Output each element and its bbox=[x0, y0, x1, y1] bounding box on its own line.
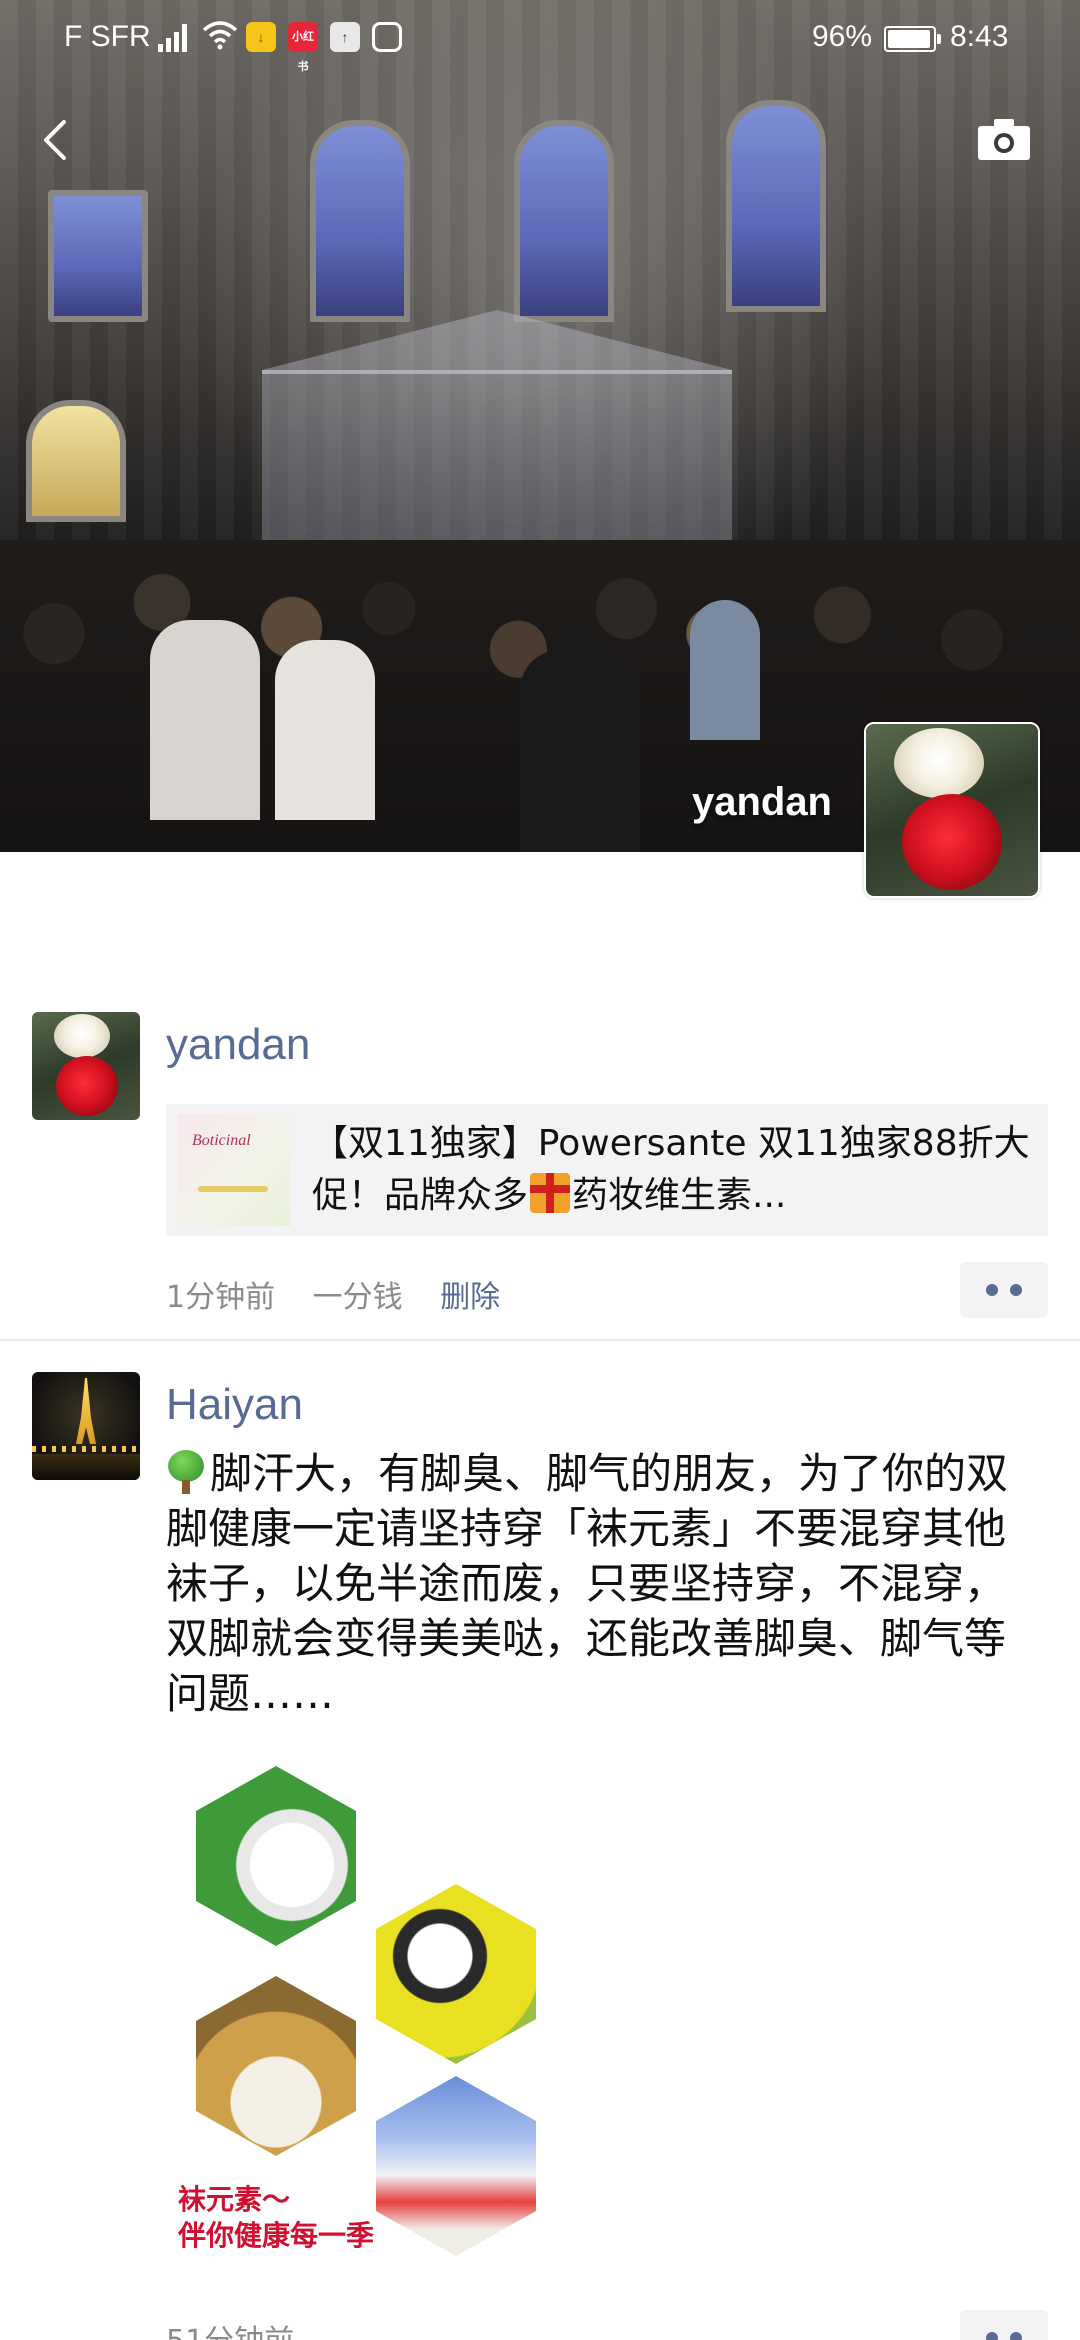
post-username[interactable]: yandan bbox=[166, 1020, 310, 1070]
thumbnail-logo: Boticinal bbox=[192, 1132, 251, 1149]
post-username[interactable]: Haiyan bbox=[166, 1380, 303, 1430]
chevron-left-icon bbox=[44, 120, 66, 160]
profile-avatar[interactable] bbox=[864, 722, 1040, 898]
battery-icon bbox=[884, 26, 941, 52]
post-divider bbox=[0, 1339, 1080, 1341]
sock-photo bbox=[376, 1884, 536, 2064]
cover-person bbox=[690, 600, 760, 740]
post-meta: 51分钟前 bbox=[166, 2316, 322, 2340]
battery-percent: 96% bbox=[812, 20, 873, 53]
post-text: 脚汗大，有脚臭、脚气的朋友，为了你的双脚健康一定请坚持穿「袜元素」不要混穿其他袜… bbox=[166, 1449, 1009, 1718]
cover-window bbox=[310, 120, 410, 322]
post-time: 1分钟前 bbox=[166, 1280, 276, 1315]
cover-person bbox=[520, 650, 640, 852]
sock-photo bbox=[196, 1766, 356, 1946]
sock-photo bbox=[196, 1976, 356, 2156]
cover-window bbox=[48, 190, 148, 322]
cover-window bbox=[514, 120, 614, 322]
cover-username[interactable]: yandan bbox=[692, 780, 832, 825]
instagram-icon bbox=[372, 22, 402, 52]
tree-emoji-icon bbox=[166, 1450, 206, 1494]
clock: 8:43 bbox=[950, 20, 1009, 53]
back-button[interactable] bbox=[36, 110, 76, 170]
xiaohongshu-notification-icon: 小红书 bbox=[288, 22, 318, 73]
wifi-icon bbox=[202, 20, 238, 50]
camera-icon bbox=[978, 119, 1030, 160]
signal-icon bbox=[158, 22, 190, 52]
carrier-label: F SFR bbox=[64, 20, 151, 53]
cover-window bbox=[26, 400, 126, 522]
delete-link[interactable]: 删除 bbox=[440, 1280, 500, 1315]
sock-photo bbox=[376, 2076, 536, 2256]
camera-button[interactable] bbox=[974, 114, 1034, 164]
gift-emoji-icon bbox=[530, 1173, 571, 1213]
cover-window bbox=[726, 100, 826, 312]
image-caption: 袜元素～ 伴你健康每一季 bbox=[178, 2183, 375, 2252]
post-avatar[interactable] bbox=[32, 1372, 140, 1480]
upload-icon: ↑ bbox=[330, 22, 360, 52]
post-meta: 1分钟前 一分钱 删除 bbox=[166, 1272, 528, 1316]
cover-stage-roof bbox=[262, 310, 732, 370]
cover-stage bbox=[262, 370, 732, 564]
cover-person bbox=[150, 620, 260, 820]
post-avatar[interactable] bbox=[32, 1012, 140, 1120]
more-options-button[interactable] bbox=[960, 1262, 1048, 1318]
app-notification-icon: ↓ bbox=[246, 22, 276, 52]
post-time: 51分钟前 bbox=[166, 2324, 294, 2340]
status-bar: F SFR ↓ 小红书 ↑ 96% 8:43 bbox=[0, 0, 1080, 73]
post-image[interactable]: 袜元素～ 伴你健康每一季 bbox=[166, 1744, 572, 2282]
cover-person bbox=[275, 640, 375, 820]
post-source[interactable]: 一分钱 bbox=[313, 1280, 403, 1315]
shared-link-thumbnail: Boticinal bbox=[178, 1114, 290, 1226]
moments-page: F SFR ↓ 小红书 ↑ 96% 8:43 yandan yandan Bot… bbox=[0, 0, 1080, 2340]
shared-link-title: 【双11独家】Powersante 双11独家88折大促！品牌众多 药妆维生素..… bbox=[312, 1123, 1030, 1216]
shared-link-card[interactable]: Boticinal 【双11独家】Powersante 双11独家88折大促！品… bbox=[166, 1104, 1048, 1236]
more-options-button[interactable] bbox=[960, 2310, 1048, 2340]
